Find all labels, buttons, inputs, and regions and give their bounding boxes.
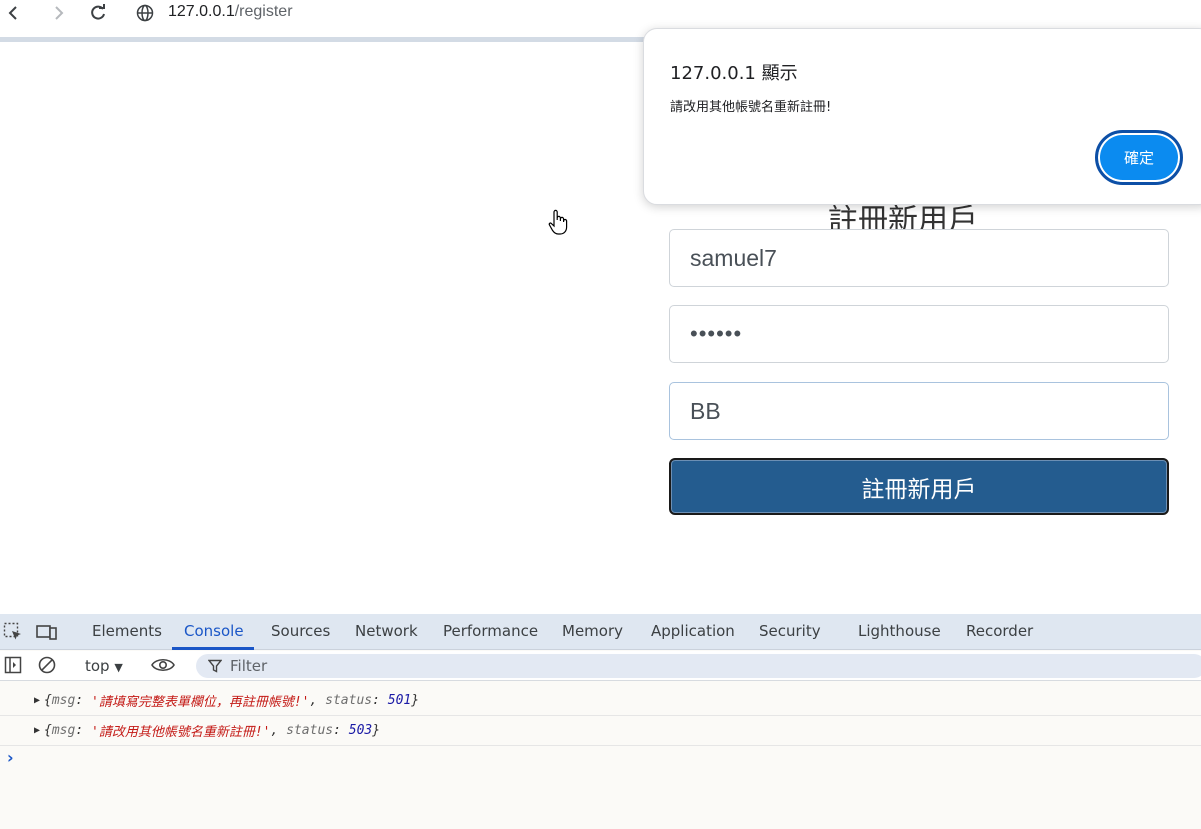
- back-button[interactable]: [2, 2, 24, 24]
- alert-dialog: 127.0.0.1 顯示 請改用其他帳號名重新註冊! 確定: [643, 28, 1201, 205]
- tab-recorder[interactable]: Recorder: [966, 622, 1033, 640]
- tab-lighthouse[interactable]: Lighthouse: [858, 622, 941, 640]
- tab-elements[interactable]: Elements: [92, 622, 162, 640]
- chevron-right-icon: [55, 6, 64, 20]
- globe-icon: [136, 4, 154, 22]
- hand-cursor-icon: [548, 209, 568, 235]
- tab-network[interactable]: Network: [355, 622, 418, 640]
- devtools-panel: Elements Console Sources Network Perform…: [0, 614, 1201, 829]
- username-input[interactable]: samuel7: [669, 229, 1169, 287]
- inspect-element-button[interactable]: [2, 622, 24, 642]
- reload-button[interactable]: [87, 2, 109, 24]
- log-string: '請改用其他帳號名重新註冊!': [91, 725, 271, 740]
- tab-application[interactable]: Application: [651, 622, 735, 640]
- live-expression-button[interactable]: [150, 655, 176, 675]
- dialog-message: 請改用其他帳號名重新註冊!: [670, 100, 832, 115]
- tab-console[interactable]: Console: [184, 622, 244, 640]
- log-key: msg: [51, 723, 76, 738]
- eye-icon: [151, 658, 175, 672]
- log-colon: :: [333, 723, 349, 738]
- clear-console-button[interactable]: [36, 655, 58, 675]
- tab-sources[interactable]: Sources: [271, 622, 330, 640]
- log-comma: ,: [270, 723, 287, 738]
- log-number: 501: [387, 693, 412, 708]
- devtools-tabbar: Elements Console Sources Network Perform…: [0, 614, 1201, 650]
- context-label: top: [85, 657, 110, 675]
- filter-input[interactable]: Filter: [196, 654, 1201, 678]
- log-key: status: [286, 723, 334, 738]
- console-toolbar: top ▼ Filter: [0, 651, 1201, 681]
- console-log-entry[interactable]: ▶ {msg: '請改用其他帳號名重新註冊!', status: 503}: [0, 716, 1201, 746]
- active-tab-indicator: [172, 647, 254, 650]
- register-button[interactable]: 註冊新用戶: [669, 458, 1169, 515]
- reload-icon: [91, 4, 105, 20]
- sidebar-icon: [4, 656, 22, 674]
- log-brace: {: [44, 693, 52, 708]
- log-colon: :: [75, 723, 91, 738]
- url-host: 127.0.0.1: [168, 3, 235, 20]
- inspect-icon: [3, 622, 21, 640]
- address-bar[interactable]: 127.0.0.1/register: [168, 3, 293, 21]
- device-icon: [36, 625, 57, 640]
- log-comma: ,: [309, 693, 326, 708]
- expand-arrow-icon[interactable]: ▶: [34, 725, 40, 736]
- console-log-entry[interactable]: ▶ {msg: '請填寫完整表單欄位，再註冊帳號!', status: 501}: [0, 686, 1201, 716]
- log-colon: :: [372, 693, 388, 708]
- block-icon: [38, 656, 56, 674]
- password-input[interactable]: ••••••: [669, 305, 1169, 363]
- ok-button[interactable]: 確定: [1095, 130, 1183, 185]
- log-brace: }: [372, 723, 381, 738]
- tab-security[interactable]: Security: [759, 622, 821, 640]
- forward-button[interactable]: [48, 2, 70, 24]
- log-colon: :: [75, 693, 91, 708]
- log-brace: }: [411, 693, 420, 708]
- dialog-title: 127.0.0.1 顯示: [670, 63, 798, 84]
- tab-memory[interactable]: Memory: [562, 622, 623, 640]
- chevron-left-icon: [8, 6, 17, 20]
- dropdown-arrow-icon: ▼: [114, 661, 123, 674]
- url-path: /register: [234, 3, 293, 20]
- filter-icon: [208, 659, 222, 673]
- log-brace: {: [44, 723, 52, 738]
- expand-arrow-icon[interactable]: ▶: [34, 695, 40, 706]
- console-prompt-icon[interactable]: ›: [7, 748, 14, 767]
- context-selector[interactable]: top ▼: [85, 657, 123, 675]
- log-key: status: [325, 693, 373, 708]
- device-toolbar-button[interactable]: [36, 622, 58, 642]
- log-string: '請填寫完整表單欄位，再註冊帳號!': [91, 695, 310, 710]
- tab-performance[interactable]: Performance: [443, 622, 538, 640]
- log-key: msg: [51, 693, 76, 708]
- sidebar-toggle-button[interactable]: [2, 655, 24, 675]
- name-input[interactable]: BB: [669, 382, 1169, 440]
- filter-placeholder: Filter: [230, 657, 268, 675]
- log-number: 503: [348, 723, 373, 738]
- site-info-button[interactable]: [134, 2, 156, 24]
